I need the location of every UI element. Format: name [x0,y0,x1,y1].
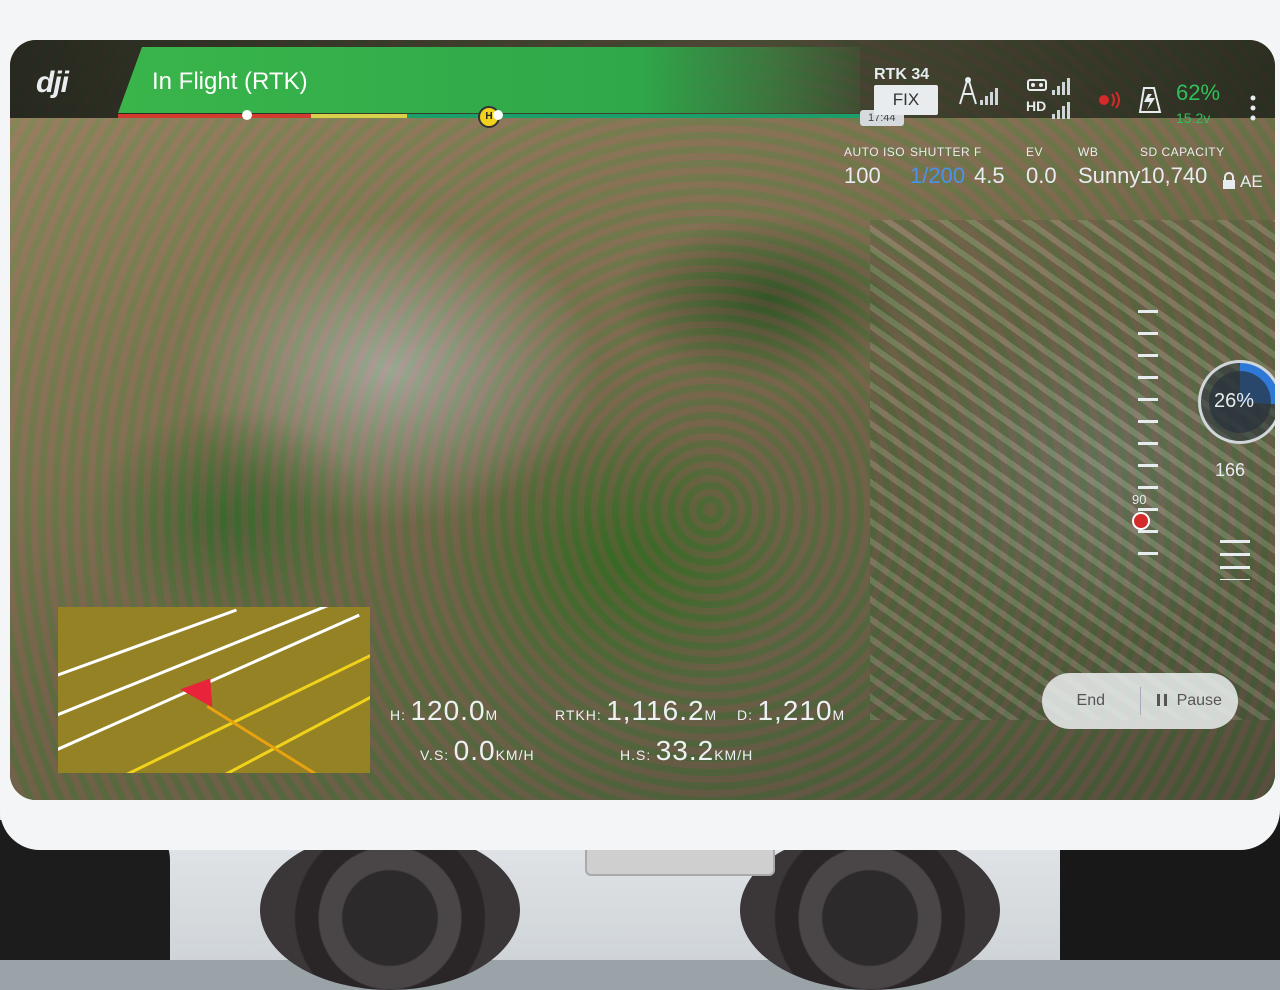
hs-unit: KM/H [714,747,754,763]
rtkh-value: 1,116.2 [606,695,705,726]
hd-signal-bars [1052,102,1070,119]
hs-value: 33.2 [655,735,715,766]
flight-progress-remaining [407,114,860,118]
height-unit: M [485,707,499,723]
photo-count: 166 [1215,460,1246,480]
horizontal-speed-readout: H.S: 33.2KM/H [620,735,753,767]
pause-label: Pause [1176,692,1222,709]
tablet-bezel: dji In Flight (RTK) H 17:44 RTK 34 FIX H… [0,0,1280,850]
end-label: End [1076,692,1105,709]
aircraft-position-dot [493,110,503,120]
iso-label: ISO [882,145,906,159]
iso-value: 100 [844,163,881,188]
left-control-stick [260,830,520,990]
ae-lock[interactable]: AE [1240,172,1263,192]
record-icon[interactable] [1096,90,1126,110]
end-button[interactable]: End [1042,692,1140,710]
mission-progress-percent: 26% [1214,390,1255,412]
aperture-value: 4.5 [974,163,1005,188]
distance-label: D: [737,707,753,723]
sd-value: 10,740 [1140,163,1208,188]
white-balance-setting[interactable]: WB Sunny [1078,145,1140,189]
flight-status-text: In Flight (RTK) [152,68,308,95]
right-control-stick [740,830,1000,990]
distance-value: 1,210 [757,695,833,726]
remote-controller-icon[interactable] [1026,76,1048,92]
sd-capacity[interactable]: SD CAPACITY 10,740 [1140,145,1225,189]
sd-label: SD CAPACITY [1140,145,1225,159]
vs-value: 0.0 [453,735,496,766]
flight-line-1 [58,608,237,680]
aperture-label: F [974,145,982,159]
wb-label: WB [1078,145,1099,159]
ev-label: EV [1026,145,1044,159]
rc-signal-bars [1052,78,1070,95]
settings-sliders-icon[interactable] [1220,540,1250,580]
battery-voltage: 15.2v [1176,110,1211,126]
rtkh-unit: M [704,707,718,723]
shutter-setting[interactable]: SHUTTER 1/200 [910,145,970,189]
vs-label: V.S: [420,747,450,763]
rtk-height-readout: RTKH: 1,116.2M [555,695,717,727]
height-value: 120.0 [410,695,486,726]
battery-icon[interactable] [1138,84,1162,114]
vertical-speed-readout: V.S: 0.0KM/H [420,735,535,767]
iso-setting[interactable]: AUTO ISO 100 [844,145,905,189]
altitude-marker-value: 90 [1132,492,1147,507]
more-menu-icon[interactable] [1248,94,1258,124]
mission-action-pill: End Pause [1042,673,1238,729]
lock-icon[interactable] [1222,172,1236,190]
height-readout: H: 120.0M [390,695,498,727]
wb-value: Sunny [1078,163,1141,188]
gps-signal-icon [980,88,998,105]
pause-icon [1156,694,1167,706]
flight-progress-used [118,114,311,118]
battery-percentage: 62% [1176,80,1221,105]
dji-logo[interactable]: dji [36,66,69,100]
rtk-fix-status[interactable]: FIX [874,85,938,115]
flight-screen: dji In Flight (RTK) H 17:44 RTK 34 FIX H… [10,40,1275,800]
aperture-setting[interactable]: F 4.5 [974,145,1005,189]
height-label: H: [390,707,406,723]
rtk-antenna-icon[interactable] [956,76,980,106]
rtkh-label: RTKH: [555,707,602,723]
hd-signal-icon[interactable]: HD [1026,98,1046,114]
ev-value: 0.0 [1026,163,1057,188]
pause-button[interactable]: Pause [1141,692,1239,710]
distance-unit: M [832,707,846,723]
rtk-satellite-count[interactable]: RTK 34 [874,66,929,84]
aircraft-altitude-indicator [1132,512,1150,530]
hs-label: H.S: [620,747,652,763]
exposure-mode: AUTO [844,145,880,159]
vs-unit: KM/H [495,747,535,763]
progress-start-dot [242,110,252,120]
ev-setting[interactable]: EV 0.0 [1026,145,1057,189]
shutter-label: SHUTTER [910,145,971,159]
distance-readout: D: 1,210M [737,695,845,727]
shutter-value: 1/200 [910,163,966,188]
